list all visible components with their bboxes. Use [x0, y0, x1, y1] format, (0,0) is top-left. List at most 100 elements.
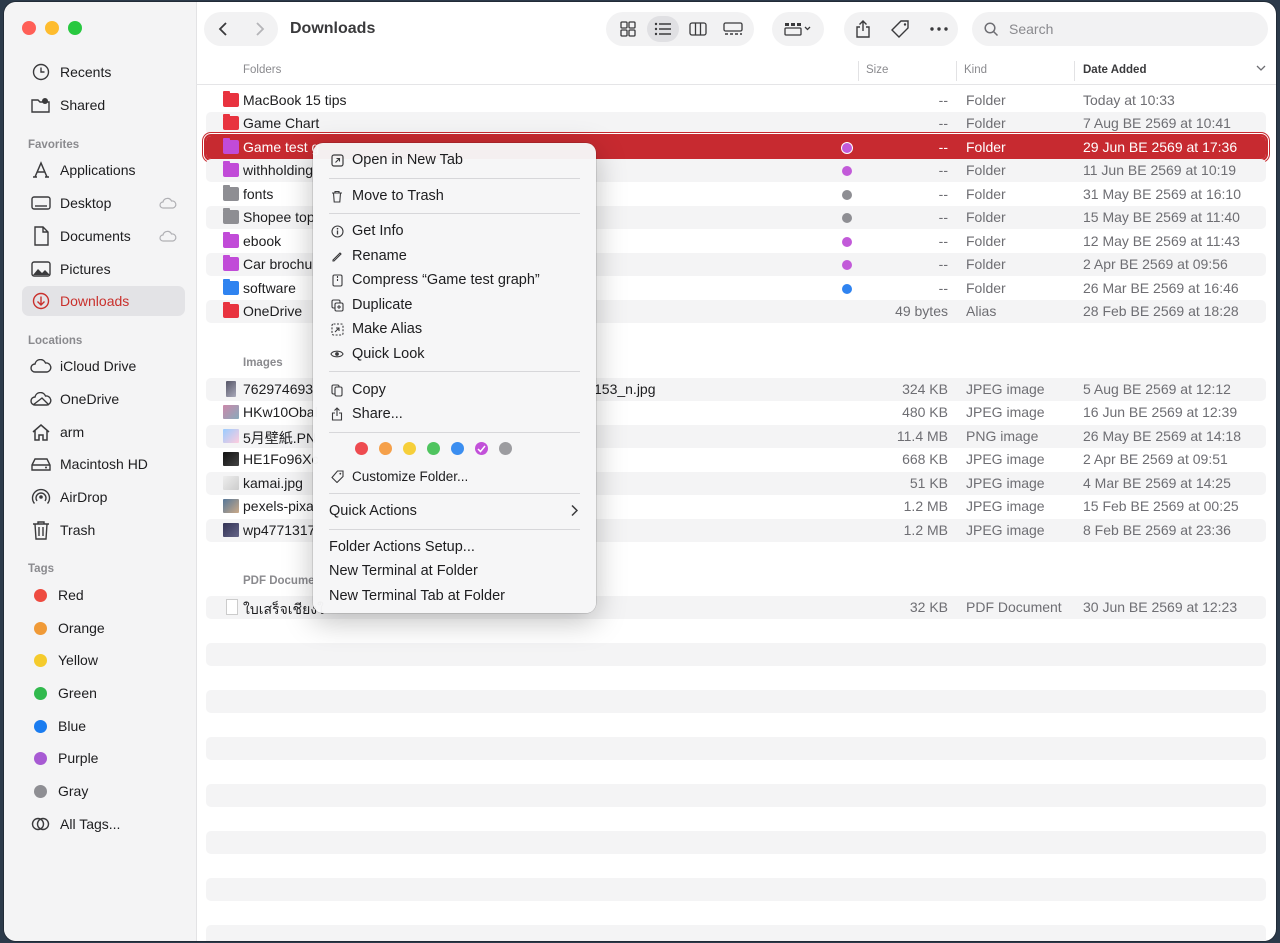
share-button[interactable]	[848, 14, 878, 44]
chevron-right-icon	[255, 22, 264, 36]
menu-separator	[329, 529, 580, 530]
sidebar-item-onedrive[interactable]: OneDrive	[22, 384, 185, 414]
forward-button[interactable]	[245, 14, 275, 44]
list-item[interactable]: Game Chart -- Folder 7 Aug BE 2569 at 10…	[206, 112, 1266, 135]
menu-item-make-alias[interactable]: Make Alias	[313, 318, 596, 340]
pdf-document-icon	[226, 599, 238, 615]
sidebar-tag-gray[interactable]: Gray	[22, 776, 185, 806]
list-view-button[interactable]	[646, 16, 679, 42]
group-by-button[interactable]	[772, 12, 824, 46]
airdrop-icon	[30, 486, 52, 508]
pictures-icon	[30, 258, 52, 280]
sidebar-item-documents[interactable]: Documents	[22, 221, 185, 251]
menu-item-move-to-trash[interactable]: Move to Trash	[313, 185, 596, 207]
archive-icon	[330, 273, 344, 287]
tag-icon	[330, 469, 344, 483]
finder-window: Recents Shared Favorites Applications De…	[4, 2, 1276, 941]
empty-row	[206, 643, 1266, 666]
green-tag-dot-icon	[34, 686, 47, 700]
menu-item-new-terminal-tab[interactable]: New Terminal Tab at Folder	[313, 585, 596, 607]
group-icon	[784, 23, 811, 36]
sidebar-item-airdrop[interactable]: AirDrop	[22, 482, 185, 512]
purple-tag-dot-icon	[842, 237, 852, 247]
gray-tag-option[interactable]	[499, 442, 512, 455]
green-tag-option[interactable]	[427, 442, 440, 455]
sidebar-item-downloads[interactable]: Downloads	[22, 286, 185, 316]
toolbar: Downloads	[196, 2, 1276, 58]
back-button[interactable]	[208, 14, 238, 44]
sidebar-item-desktop[interactable]: Desktop	[22, 188, 185, 218]
menu-item-open-in-new-tab[interactable]: Open in New Tab	[313, 149, 596, 171]
menu-item-compress[interactable]: Compress “Game test graph”	[313, 269, 596, 291]
sidebar-item-shared[interactable]: Shared	[22, 90, 185, 120]
list-icon	[654, 22, 671, 36]
alias-icon	[330, 322, 344, 336]
icon-view-button[interactable]	[612, 16, 644, 42]
search-icon	[984, 21, 999, 37]
sidebar-item-trash[interactable]: Trash	[22, 515, 185, 545]
image-thumbnail-icon	[223, 429, 239, 443]
folder-icon	[223, 138, 239, 154]
zoom-window-button[interactable]	[68, 21, 82, 35]
menu-item-copy[interactable]: Copy	[313, 379, 596, 401]
menu-item-quick-look[interactable]: Quick Look	[313, 343, 596, 365]
date-added-column-header[interactable]: Date Added	[1083, 64, 1146, 76]
sidebar-item-icloud-drive[interactable]: iCloud Drive	[22, 351, 185, 381]
size-column-header[interactable]: Size	[866, 64, 888, 76]
menu-item-quick-actions[interactable]: Quick Actions	[313, 500, 596, 522]
menu-item-share[interactable]: Share...	[313, 403, 596, 425]
sidebar-item-arm[interactable]: arm	[22, 417, 185, 447]
list-item[interactable]: MacBook 15 tips -- Folder Today at 10:33	[206, 89, 1266, 112]
purple-tag-option-selected[interactable]	[475, 442, 488, 455]
sort-chevron-down-icon[interactable]	[1256, 63, 1266, 75]
gallery-view-button[interactable]	[717, 16, 749, 42]
column-divider[interactable]	[1074, 61, 1075, 81]
yellow-tag-option[interactable]	[403, 442, 416, 455]
icloud-status-icon	[159, 196, 177, 212]
menu-item-rename[interactable]: Rename	[313, 245, 596, 267]
downloads-icon	[30, 290, 52, 312]
minimize-window-button[interactable]	[45, 21, 59, 35]
column-divider[interactable]	[956, 61, 957, 81]
sidebar-item-recents[interactable]: Recents	[22, 57, 185, 87]
blue-tag-option[interactable]	[451, 442, 464, 455]
name-column-header[interactable]: Folders	[243, 64, 281, 76]
menu-item-duplicate[interactable]: Duplicate	[313, 294, 596, 316]
sidebar-item-applications[interactable]: Applications	[22, 155, 185, 185]
sidebar-tag-yellow[interactable]: Yellow	[22, 645, 185, 675]
onedrive-icon	[30, 388, 52, 410]
menu-item-get-info[interactable]: Get Info	[313, 220, 596, 242]
gray-tag-dot-icon	[34, 784, 47, 798]
info-icon	[330, 224, 344, 238]
chevron-left-icon	[218, 22, 227, 36]
sidebar-tag-green[interactable]: Green	[22, 678, 185, 708]
image-thumbnail-icon	[226, 381, 236, 397]
orange-tag-option[interactable]	[379, 442, 392, 455]
image-thumbnail-icon	[223, 523, 239, 537]
menu-item-folder-actions-setup[interactable]: Folder Actions Setup...	[313, 536, 596, 558]
sidebar-tag-red[interactable]: Red	[22, 580, 185, 610]
sidebar-item-macintosh-hd[interactable]: Macintosh HD	[22, 449, 185, 479]
search-input[interactable]	[1007, 20, 1251, 38]
search-field[interactable]	[972, 12, 1268, 46]
kind-column-header[interactable]: Kind	[964, 64, 987, 76]
gray-tag-dot-icon	[842, 190, 852, 200]
column-divider[interactable]	[858, 61, 859, 81]
empty-row	[206, 784, 1266, 807]
empty-row	[206, 737, 1266, 760]
close-window-button[interactable]	[22, 21, 36, 35]
folder-icon	[223, 185, 239, 201]
red-tag-option[interactable]	[355, 442, 368, 455]
column-view-button[interactable]	[682, 16, 714, 42]
sidebar-tag-orange[interactable]: Orange	[22, 613, 185, 643]
more-button[interactable]	[924, 14, 954, 44]
trash-icon	[330, 189, 344, 203]
sidebar-all-tags[interactable]: All Tags...	[22, 809, 185, 839]
menu-item-customize-folder[interactable]: Customize Folder...	[313, 465, 596, 487]
empty-row	[206, 831, 1266, 854]
sidebar-tag-blue[interactable]: Blue	[22, 711, 185, 741]
sidebar-tag-purple[interactable]: Purple	[22, 743, 185, 773]
tag-button[interactable]	[886, 14, 916, 44]
sidebar-item-pictures[interactable]: Pictures	[22, 254, 185, 284]
menu-item-new-terminal[interactable]: New Terminal at Folder	[313, 560, 596, 582]
